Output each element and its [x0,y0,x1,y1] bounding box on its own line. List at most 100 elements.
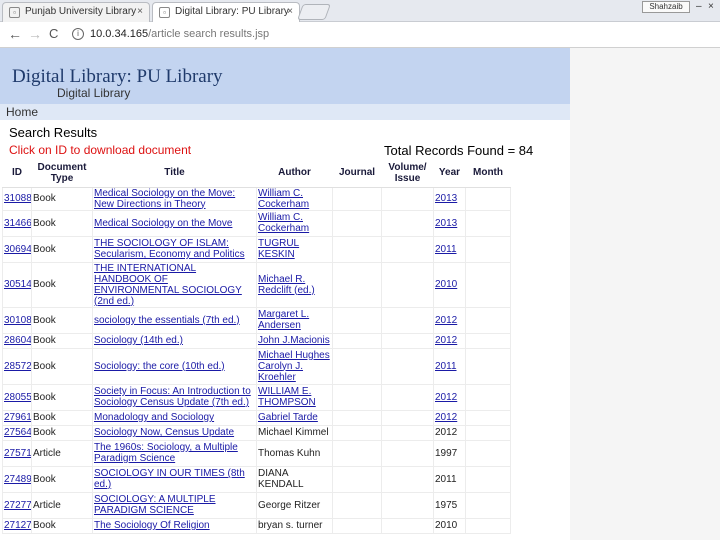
document-type-cell: Book [31,186,93,211]
author-link[interactable]: TUGRUL KESKIN [256,235,333,263]
author-link[interactable]: Gabriel Tarde [256,409,333,426]
year-link[interactable]: 2012 [433,383,466,411]
id-link[interactable]: 31466 [2,209,32,237]
author-link[interactable]: Michael R. Redclift (ed.) [256,261,333,308]
minimize-icon[interactable]: – [696,1,702,12]
title-link[interactable]: SOCIOLOGY IN OUR TIMES (8th ed.) [92,465,257,493]
id-link[interactable]: 28572 [2,347,32,385]
journal-cell [332,491,382,519]
title-link[interactable]: THE INTERNATIONAL HANDBOOK OF ENVIRONMEN… [92,261,257,308]
month-cell [465,439,511,467]
document-type-cell: Article [31,491,93,519]
volume-issue-cell [381,261,434,308]
author-link: Thomas Kuhn [256,439,333,467]
title-link[interactable]: The 1960s: Sociology, a Multiple Paradig… [92,439,257,467]
author-link[interactable]: WILLIAM E. THOMPSON [256,383,333,411]
title-link[interactable]: The Sociology Of Religion [92,517,257,534]
volume-issue-cell [381,491,434,519]
close-window-icon[interactable]: × [708,1,714,12]
download-hint: Click on ID to download document [9,143,192,157]
reload-icon[interactable]: C [49,26,58,41]
year-link[interactable]: 2013 [433,186,466,211]
table-row: 27571 Article The 1960s: Sociology, a Mult… [2,439,511,467]
id-link[interactable]: 30694 [2,235,32,263]
document-type-cell: Book [31,209,93,237]
id-link[interactable]: 31088 [2,186,32,211]
page-favicon-icon: ▫ [159,7,170,18]
id-link[interactable]: 28604 [2,332,32,349]
year-link[interactable]: 2012 [433,306,466,334]
col-header-volume-issue[interactable]: Volume/ Issue [381,159,434,188]
col-header-author[interactable]: Author [256,159,333,188]
month-cell [465,517,511,534]
title-link[interactable]: Sociology: the core (10th ed.) [92,347,257,385]
col-header-document-type[interactable]: Document Type [31,159,93,188]
col-header-journal[interactable]: Journal [332,159,382,188]
document-type-cell: Article [31,439,93,467]
forward-arrow-icon[interactable]: → [28,26,42,42]
col-header-id[interactable]: ID [2,159,32,188]
profile-button[interactable]: Shahzaib [642,1,690,13]
id-link[interactable]: 27127 [2,517,32,534]
id-link[interactable]: 27564 [2,424,32,441]
title-link[interactable]: Medical Sociology on the Move [92,209,257,237]
new-tab-button[interactable] [297,4,331,20]
year-link: 1997 [433,439,466,467]
year-link[interactable]: 2012 [433,332,466,349]
nav-bar: Home [0,104,570,120]
search-results-heading: Search Results [9,125,98,140]
month-cell [465,409,511,426]
title-link[interactable]: SOCIOLOGY: A MULTIPLE PARADIGM SCIENCE [92,491,257,519]
title-link[interactable]: Monadology and Sociology [92,409,257,426]
year-link[interactable]: 2010 [433,261,466,308]
table-row: 27127 Book The Sociology Of Religion bryan … [2,517,511,534]
author-link[interactable]: Margaret L. Andersen [256,306,333,334]
tab-punjab-university-library[interactable]: ▫ Punjab University Library × [2,2,150,22]
title-link[interactable]: Medical Sociology on the Move: New Direc… [92,186,257,211]
author-link[interactable]: John J.Macionis [256,332,333,349]
volume-issue-cell [381,347,434,385]
journal-cell [332,306,382,334]
col-header-year[interactable]: Year [433,159,466,188]
author-link[interactable]: William C. Cockerham [256,186,333,211]
url-input[interactable]: i 10.0.34.165/article search results.jsp [68,25,708,45]
close-tab-icon[interactable]: × [137,6,143,17]
document-type-cell: Book [31,383,93,411]
journal-cell [332,409,382,426]
col-header-month[interactable]: Month [465,159,511,188]
close-tab-icon[interactable]: × [287,6,293,17]
back-arrow-icon[interactable]: ← [8,26,22,42]
document-type-cell: Book [31,517,93,534]
title-link[interactable]: THE SOCIOLOGY OF ISLAM: Secularism, Econ… [92,235,257,263]
id-link[interactable]: 27489 [2,465,32,493]
volume-issue-cell [381,332,434,349]
id-link[interactable]: 27277 [2,491,32,519]
author-link[interactable]: William C. Cockerham [256,209,333,237]
title-link[interactable]: Society in Focus: An Introduction to Soc… [92,383,257,411]
col-header-title[interactable]: Title [92,159,257,188]
home-link[interactable]: Home [6,105,38,119]
id-link[interactable]: 27961 [2,409,32,426]
year-link[interactable]: 2011 [433,235,466,263]
month-cell [465,261,511,308]
year-link[interactable]: 2011 [433,347,466,385]
year-link[interactable]: 2012 [433,409,466,426]
tab-digital-library[interactable]: ▫ Digital Library: PU Library × [152,2,300,22]
title-link[interactable]: sociology the essentials (7th ed.) [92,306,257,334]
author-link[interactable]: Michael Hughes Carolyn J. Kroehler [256,347,333,385]
year-link[interactable]: 2013 [433,209,466,237]
url-path: /article search results.jsp [148,28,270,40]
month-cell [465,347,511,385]
browser-tab-strip: ▫ Punjab University Library × ▫ Digital … [0,0,720,22]
id-link[interactable]: 30108 [2,306,32,334]
id-link[interactable]: 28055 [2,383,32,411]
id-link[interactable]: 30514 [2,261,32,308]
month-cell [465,332,511,349]
journal-cell [332,383,382,411]
title-link[interactable]: Sociology Now, Census Update [92,424,257,441]
id-link[interactable]: 27571 [2,439,32,467]
site-info-icon[interactable]: i [72,28,84,40]
author-link: DIANA KENDALL [256,465,333,493]
title-link[interactable]: Sociology (14th ed.) [92,332,257,349]
address-toolbar: ← → C i 10.0.34.165/article search resul… [0,22,720,48]
